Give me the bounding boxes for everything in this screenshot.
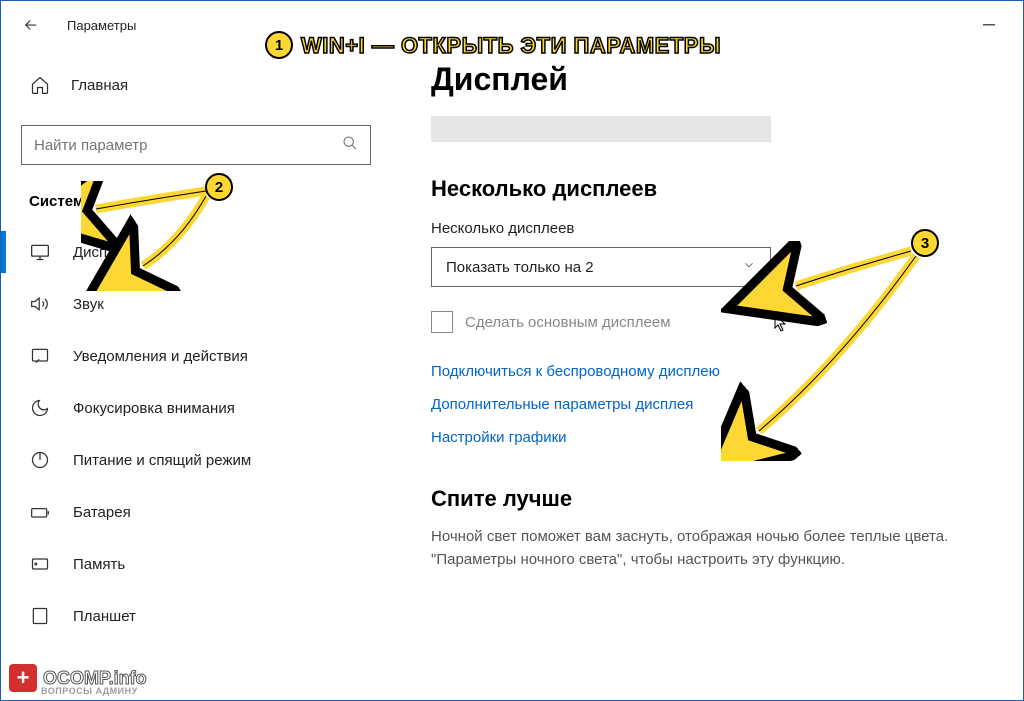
search-icon [342,135,358,156]
multi-display-heading: Несколько дисплеев [431,176,1003,202]
sidebar-item-label: Батарея [73,504,131,521]
minimize-button[interactable] [983,13,995,15]
sidebar-item-notifications[interactable]: Уведомления и действия [21,330,391,382]
power-icon [29,449,51,471]
sound-icon [29,293,51,315]
sidebar-item-focus[interactable]: Фокусировка внимания [21,382,391,434]
tablet-icon [29,605,51,627]
storage-icon [29,553,51,575]
multi-display-select[interactable]: Показать только на 2 [431,247,771,287]
sidebar-home[interactable]: Главная [21,61,391,109]
annotation-badge-1: 1 [265,31,293,59]
sidebar-item-tablet[interactable]: Планшет [21,590,391,642]
mouse-cursor-icon [774,314,788,337]
sidebar-item-label: Звук [73,296,104,313]
sidebar-home-label: Главная [71,77,128,94]
home-icon [29,74,51,96]
sidebar-item-sound[interactable]: Звук [21,278,391,330]
battery-icon [29,501,51,523]
sidebar-item-label: Память [73,556,125,573]
chevron-down-icon [742,258,756,277]
select-value: Показать только на 2 [446,259,594,276]
sidebar-item-storage[interactable]: Память [21,538,391,590]
watermark-subtitle: ВОПРОСЫ АДМИНУ [41,686,138,696]
link-wireless-display[interactable]: Подключиться к беспроводному дисплею [431,363,1003,380]
link-graphics-settings[interactable]: Настройки графики [431,429,1003,446]
sidebar-item-label: Фокусировка внимания [73,400,235,417]
search-input[interactable] [34,137,342,154]
search-input-wrap[interactable] [21,125,371,165]
sleep-better-heading: Спите лучше [431,486,1003,512]
annotation-badge-3: 3 [911,229,939,257]
back-button[interactable] [21,15,41,35]
watermark-logo-icon: + [9,664,37,692]
sidebar-item-label: Питание и спящий режим [73,452,251,469]
window-title: Параметры [67,18,136,33]
sleep-better-text: Ночной свет поможет вам заснуть, отображ… [431,526,1003,571]
page-title: Дисплей [431,61,1003,98]
monitor-icon [29,241,51,263]
link-advanced-display[interactable]: Дополнительные параметры дисплея [431,396,1003,413]
sidebar-item-battery[interactable]: Батарея [21,486,391,538]
main-display-checkbox[interactable] [431,311,453,333]
sidebar-item-label: Планшет [73,608,136,625]
annotation-badge-2: 2 [205,173,233,201]
sidebar-item-label: Дисплей [73,244,133,261]
moon-icon [29,397,51,419]
main-display-checkbox-label: Сделать основным дисплеем [465,314,671,331]
notifications-icon [29,345,51,367]
display-preview-placeholder [431,116,771,142]
sidebar-item-label: Уведомления и действия [73,348,248,365]
sidebar-item-display[interactable]: Дисплей [21,226,391,278]
annotation-hint-text: WIN+I — ОТКРЫТЬ ЭТИ ПАРАМЕТРЫ [301,33,721,59]
sidebar-item-power[interactable]: Питание и спящий режим [21,434,391,486]
